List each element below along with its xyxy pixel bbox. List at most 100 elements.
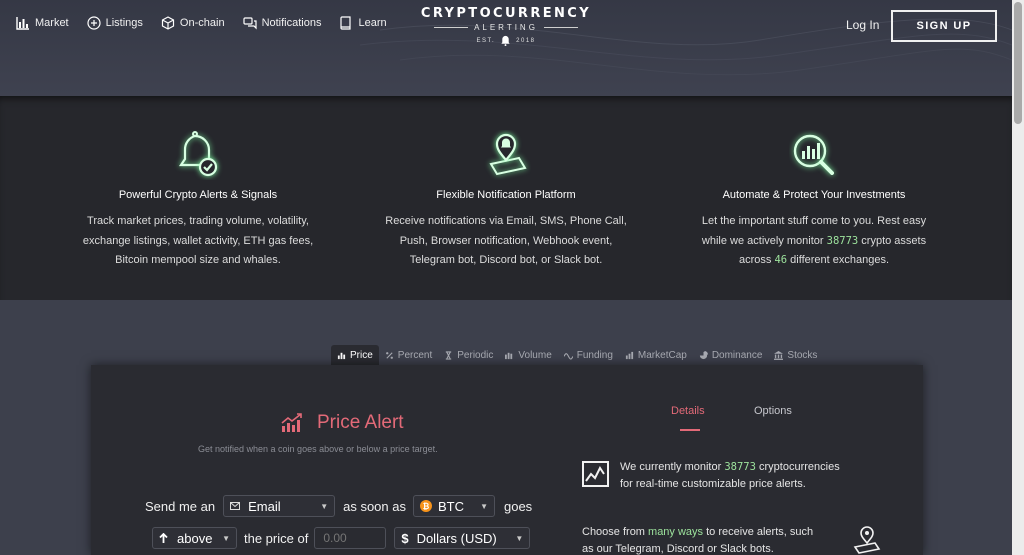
logo-subtitle-text: ALERTING: [474, 23, 538, 32]
monitor-info-post: cryptocurrencies: [755, 461, 840, 473]
tab-periodic[interactable]: Periodic: [438, 345, 499, 365]
feature-automate-title: Automate & Protect Your Investments: [722, 189, 906, 201]
bank-icon: [774, 350, 784, 360]
coin-value: BTC: [437, 498, 464, 514]
volume-bars-icon: [505, 352, 513, 359]
channels-info-pre: Choose from: [582, 526, 649, 538]
svg-text:₿: ₿: [423, 502, 430, 511]
logo-rule-left: [434, 27, 469, 28]
feature-alerts-line: Bitcoin mempool size and whales.: [115, 254, 281, 266]
currency-select[interactable]: $ Dollars (USD) ▼: [394, 527, 531, 549]
logo-est-label: EST.: [476, 37, 496, 44]
feature-alerts-title: Powerful Crypto Alerts & Signals: [118, 189, 278, 201]
tab-label: MarketCap: [637, 349, 687, 361]
site-header: Market Listings On-chain Notifications L…: [0, 0, 1012, 96]
nav-item-market[interactable]: Market: [16, 14, 69, 32]
direction-select-value: above: [159, 531, 212, 546]
rising-chart-icon: [281, 413, 302, 432]
tab-options[interactable]: Options: [754, 405, 792, 417]
tab-details[interactable]: Details: [671, 405, 705, 417]
pie-chart-icon: [699, 350, 708, 359]
feature-alerts-text: Track market prices, trading volume, vol…: [48, 212, 348, 271]
send-me-label: Send me an: [145, 498, 216, 514]
bar-chart-icon: [337, 352, 346, 359]
logo-rule-right: [543, 27, 578, 28]
as-soon-as-label: as soon as: [343, 498, 406, 514]
feature-alerts-line: exchange listings, wallet activity, ETH …: [82, 234, 314, 247]
logo-subtitle: ALERTING: [420, 23, 592, 32]
monitor-info-text: We currently monitor 38773 cryptocurrenc…: [620, 459, 900, 492]
site-logo[interactable]: CRYPTOCURRENCY ALERTING EST. 2018: [420, 6, 592, 46]
alert-form-row-1: Send me an Email ▼ as soon as ₿ BTC ▼ go…: [145, 495, 532, 517]
direction-value: above: [177, 530, 213, 546]
channel-select[interactable]: Email ▼: [223, 495, 336, 517]
crypto-count: 38773: [724, 461, 756, 473]
price-input[interactable]: [314, 527, 387, 549]
bell-check-icon: [178, 131, 218, 177]
feature-alerts-line: Track market prices, trading volume, vol…: [87, 215, 309, 227]
page-title: Price Alert: [317, 412, 404, 433]
book-icon: [340, 16, 352, 30]
nav-label-listings: Listings: [105, 17, 143, 29]
bitcoin-icon: ₿: [419, 500, 432, 512]
currency-select-value: $ Dollars (USD): [401, 531, 496, 546]
magnifier-chart-icon: [793, 134, 834, 175]
tab-label: Volume: [518, 349, 552, 361]
alert-type-tabs: Price Percent Periodic Volume Funding Ma…: [331, 345, 823, 365]
arrow-up-icon: [159, 533, 168, 543]
dollar-icon: $: [401, 530, 409, 546]
column-chart-icon: [625, 351, 634, 359]
chevron-down-icon: ▼: [515, 533, 524, 543]
price-of-label: the price of: [244, 530, 309, 546]
price-alert-subtitle: Get notified when a coin goes above or b…: [198, 444, 438, 454]
tab-label: Percent: [397, 349, 433, 361]
location-pin-phone-icon: [489, 133, 527, 176]
nav-item-on-chain[interactable]: On-chain: [161, 14, 225, 32]
coin-select[interactable]: ₿ BTC ▼: [412, 495, 495, 517]
asset-count: 38773: [826, 234, 859, 247]
nav-item-listings[interactable]: Listings: [87, 14, 143, 32]
many-ways-link[interactable]: many ways: [648, 526, 703, 538]
alert-form-row-2: above ▼ the price of $ Dollars (USD) ▼: [152, 527, 531, 549]
coin-select-value: ₿ BTC: [419, 498, 464, 514]
main-nav: Market Listings On-chain Notifications L…: [16, 14, 405, 32]
tab-volume[interactable]: Volume: [499, 345, 557, 365]
feature-automate-line: across: [738, 254, 775, 266]
tab-dominance[interactable]: Dominance: [693, 345, 769, 365]
feature-automate-text: Let the important stuff come to you. Res…: [664, 212, 964, 271]
cube-icon: [161, 16, 175, 30]
monitor-info-line2: for real-time customizable price alerts.: [620, 477, 806, 490]
tab-percent[interactable]: Percent: [379, 345, 438, 365]
channels-info-line2: as our Telegram, Discord or Slack bots.: [582, 542, 774, 555]
tab-funding[interactable]: Funding: [558, 345, 619, 365]
tab-marketcap[interactable]: MarketCap: [619, 345, 693, 365]
feature-notifications-text: Receive notifications via Email, SMS, Ph…: [356, 212, 656, 271]
nav-item-learn[interactable]: Learn: [339, 14, 387, 32]
nav-label-market: Market: [35, 17, 69, 29]
price-alert-heading: Price Alert: [281, 412, 404, 434]
tab-label: Periodic: [457, 349, 494, 361]
logo-est-year: 2018: [516, 37, 536, 44]
percent-icon: [385, 351, 393, 359]
nav-label-on-chain: On-chain: [179, 17, 225, 29]
direction-select[interactable]: above ▼: [152, 527, 237, 549]
chevron-down-icon: ▼: [222, 533, 230, 543]
plus-circle-icon: [87, 16, 101, 30]
nav-item-notifications[interactable]: Notifications: [242, 14, 321, 32]
tab-label: Dominance: [711, 349, 763, 361]
line-chart-icon: [582, 461, 609, 487]
chevron-down-icon: ▼: [480, 501, 488, 511]
active-tab-indicator: [680, 429, 700, 431]
tab-price[interactable]: Price: [331, 345, 379, 365]
features-band: Powerful Crypto Alerts & Signals Track m…: [0, 96, 1012, 300]
channels-info-text: Choose from many ways to receive alerts,…: [582, 524, 852, 555]
login-link[interactable]: Log In: [846, 18, 879, 32]
tab-label: Stocks: [787, 349, 818, 361]
scrollbar-thumb[interactable]: [1014, 2, 1022, 124]
location-pin-phone-icon: [853, 526, 881, 554]
hourglass-icon: [446, 350, 452, 360]
channel-select-value: Email: [230, 499, 281, 514]
tab-stocks[interactable]: Stocks: [768, 345, 823, 365]
bar-chart-icon: [16, 17, 29, 30]
signup-button[interactable]: SIGN UP: [891, 10, 997, 42]
